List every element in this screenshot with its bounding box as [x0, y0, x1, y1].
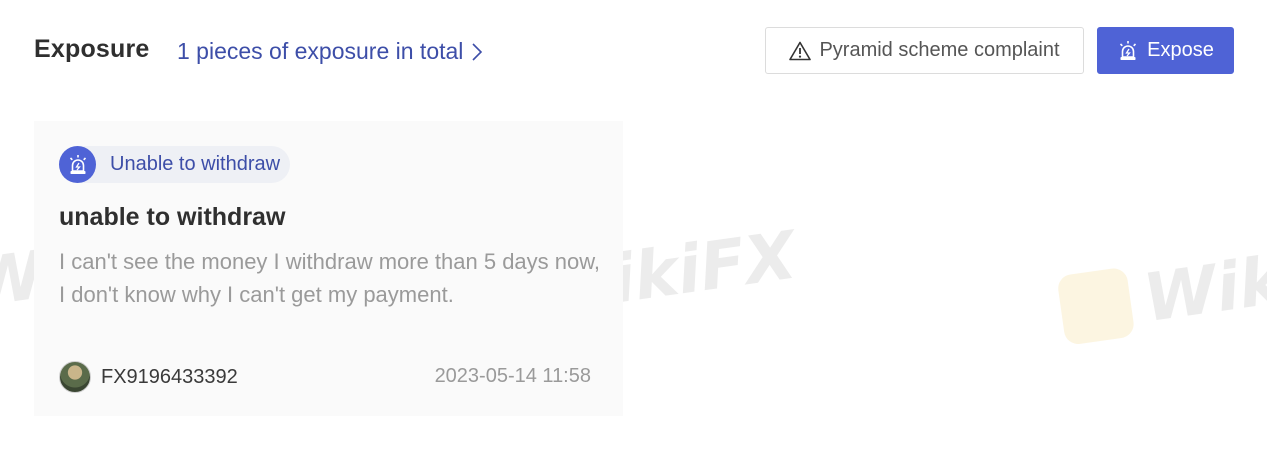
exposure-card[interactable]: Unable to withdraw unable to withdraw I …: [34, 121, 623, 416]
expose-button[interactable]: Expose: [1097, 27, 1234, 74]
avatar: [59, 361, 91, 393]
warning-triangle-icon: [789, 41, 812, 60]
post-timestamp: 2023-05-14 11:58: [434, 365, 591, 387]
author-info: FX9196433392: [59, 361, 238, 393]
pyramid-complaint-label: Pyramid scheme complaint: [819, 39, 1060, 61]
watermark-text: Wiki: [1139, 238, 1267, 338]
alarm-light-icon: [1120, 40, 1137, 60]
watermark-logo-icon: [1056, 266, 1136, 346]
total-exposure-link[interactable]: 1 pieces of exposure in total: [177, 38, 483, 65]
category-badge-label: Unable to withdraw: [110, 153, 281, 175]
chevron-right-icon: [472, 42, 483, 61]
alarm-light-icon: [59, 146, 96, 183]
total-exposure-label: 1 pieces of exposure in total: [177, 38, 464, 64]
pyramid-complaint-button[interactable]: Pyramid scheme complaint: [765, 27, 1084, 74]
expose-label: Expose: [1147, 39, 1214, 61]
author-name: FX9196433392: [101, 365, 238, 388]
exposure-description: I can't see the money I withdraw more th…: [59, 249, 601, 307]
category-badge: Unable to withdraw: [59, 146, 291, 183]
watermark-right: Wiki: [1056, 238, 1267, 348]
section-title: Exposure: [34, 35, 150, 63]
exposure-title[interactable]: unable to withdraw: [59, 203, 285, 232]
